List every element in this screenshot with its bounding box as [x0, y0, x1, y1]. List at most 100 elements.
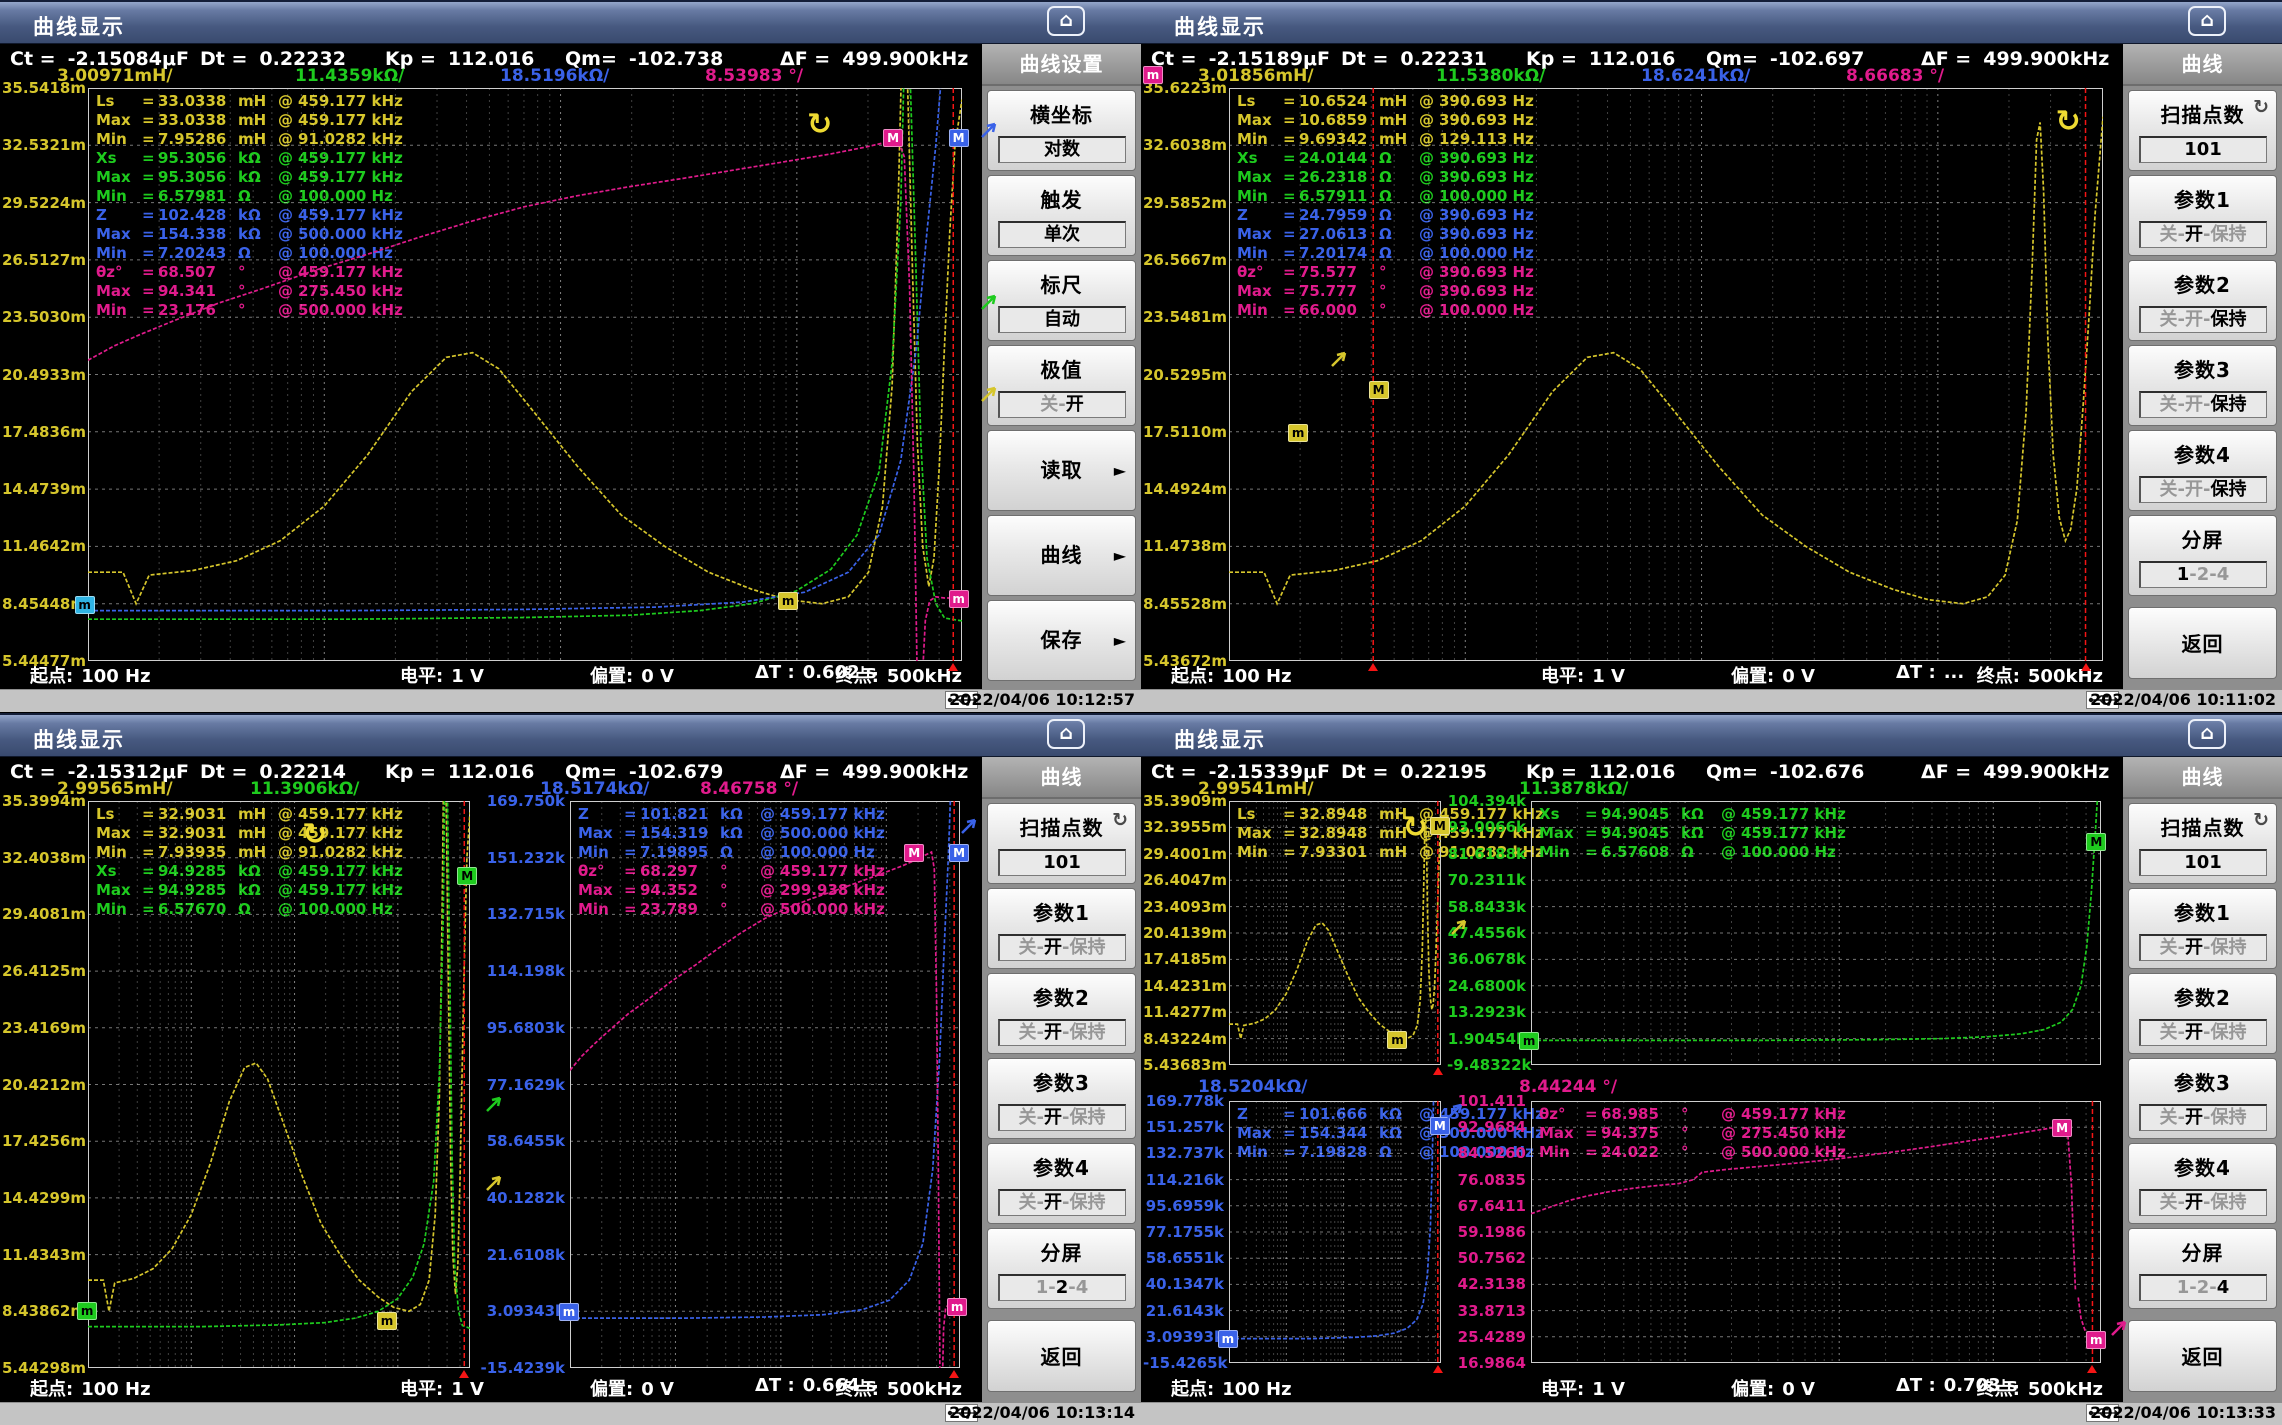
refresh-icon: ↻: [2253, 809, 2269, 831]
measurement-label: Dt =: [1341, 48, 1388, 70]
sidebar-button-2[interactable]: 参数1关-开-保持: [2128, 175, 2277, 256]
sweep-cursor-triangle: [2087, 1365, 2097, 1373]
y-axis-label: 40.1347k: [1143, 1275, 1224, 1293]
sidebar-button-label: 参数2: [988, 982, 1135, 1011]
value-option: 开: [2185, 937, 2203, 958]
sidebar-header: 曲线: [982, 757, 1141, 799]
y-axis-label: 26.4047m: [1143, 871, 1224, 889]
back-button[interactable]: 返回: [987, 1320, 1136, 1392]
sidebar-button-value: 关-开-保持: [2139, 306, 2267, 333]
y-axis-label: 11.4343m: [2, 1246, 83, 1264]
y-axis-label: 50.7562: [1447, 1249, 1526, 1267]
sidebar-button-3[interactable]: 参数2关-开-保持: [987, 973, 1136, 1054]
sidebar-button-5[interactable]: 参数4关-开-保持: [987, 1143, 1136, 1224]
marker-badge-magenta: m: [1143, 66, 1163, 84]
plot-area[interactable]: [1229, 1101, 1441, 1363]
sidebar-button-7[interactable]: 保存►: [987, 600, 1136, 681]
sidebar-button-3[interactable]: 参数2关-开-保持: [2128, 973, 2277, 1054]
marker-meas-yellow: m: [1387, 1031, 1407, 1049]
home-button[interactable]: ⌂: [2188, 6, 2226, 36]
sidebar-button-3[interactable]: 标尺自动: [987, 260, 1136, 341]
sidebar-button-1[interactable]: 扫描点数↻101: [987, 803, 1136, 884]
value-separator: -: [2189, 564, 2196, 585]
sweep-progress-icon: ↻: [807, 110, 832, 140]
sweep-info-value: 1 V: [1592, 1379, 1625, 1400]
sweep-info-label: ΔT :: [1896, 1375, 1936, 1396]
sidebar-button-label: 横坐标: [988, 99, 1135, 128]
sidebar-button-6[interactable]: 分屏1-2-4: [2128, 515, 2277, 596]
y-axis-label: 32.3955m: [1143, 818, 1224, 836]
measurement-value: 112.016: [448, 761, 535, 783]
sidebar-button-6[interactable]: 曲线►: [987, 515, 1136, 596]
sidebar-button-3[interactable]: 参数2关-开-保持: [2128, 260, 2277, 341]
pointer-arrow-icon-yellow: [483, 1171, 505, 1193]
sweep-info-1: 电平:1 V: [400, 662, 484, 688]
home-button[interactable]: ⌂: [2188, 719, 2226, 749]
back-button[interactable]: 返回: [2128, 1320, 2277, 1392]
y-axis-label: 11.4277m: [1143, 1003, 1224, 1021]
sweep-info-1: 电平:1 V: [1541, 662, 1625, 688]
pointer-arrow-icon-magenta: [2108, 1316, 2130, 1338]
timestamp: 2022/04/06 10:11:02: [2090, 690, 2276, 709]
plot-area[interactable]: [1531, 1101, 2101, 1363]
sidebar-button-value: 101: [2139, 136, 2267, 163]
sidebar-button-4[interactable]: 参数3关-开-保持: [2128, 1058, 2277, 1139]
plot-area[interactable]: [1229, 88, 2103, 661]
sidebar-button-1[interactable]: 扫描点数↻101: [2128, 90, 2277, 171]
sidebar-button-2[interactable]: 参数1关-开-保持: [2128, 888, 2277, 969]
y-axis-label: 169.750k: [470, 792, 565, 810]
sidebar-button-4[interactable]: 极值关-开: [987, 345, 1136, 426]
value-option: 保持: [2210, 224, 2246, 245]
value-separator: -: [2178, 1192, 2185, 1213]
y-axis-label: 20.5295m: [1143, 366, 1224, 384]
timestamp: 2022/04/06 10:13:14: [949, 1403, 1135, 1422]
plot-area[interactable]: [1531, 801, 2101, 1065]
plot-area[interactable]: [570, 801, 960, 1368]
sidebar-button-5[interactable]: 读取►: [987, 430, 1136, 511]
measurement-value: 499.900kHz: [842, 48, 968, 70]
value-option: 保持: [2210, 309, 2246, 330]
plot-area[interactable]: [88, 801, 470, 1368]
pointer-arrow-icon-green: [978, 290, 1000, 312]
value-option: 开: [2185, 1022, 2203, 1043]
measurement-value: 499.900kHz: [1983, 48, 2109, 70]
sidebar-button-1[interactable]: 横坐标对数: [987, 90, 1136, 171]
sidebar-button-1[interactable]: 扫描点数↻101: [2128, 803, 2277, 884]
sidebar-button-value: 关-开-保持: [998, 934, 1126, 961]
y-axis-label: 24.6800k: [1447, 977, 1526, 995]
page-title: 曲线显示: [1174, 724, 1266, 754]
home-button[interactable]: ⌂: [1047, 6, 1085, 36]
sidebar-button-2[interactable]: 触发单次: [987, 175, 1136, 256]
home-button[interactable]: ⌂: [1047, 719, 1085, 749]
y-axis-label: 21.6143k: [1143, 1302, 1224, 1320]
sidebar-button-4[interactable]: 参数3关-开-保持: [2128, 345, 2277, 426]
value-separator: -: [1068, 1277, 1075, 1298]
sidebar-menu: 曲线扫描点数↻101参数1关-开-保持参数2关-开-保持参数3关-开-保持参数4…: [982, 757, 1141, 1402]
sweep-info-0: 起点:100 Hz: [1171, 1375, 1292, 1401]
y-axis-label: 32.4038m: [2, 849, 83, 867]
sidebar-button-value: 关-开: [998, 391, 1126, 418]
value-option: 开: [1044, 1022, 1062, 1043]
sidebar-button-label: 参数3: [988, 1067, 1135, 1096]
back-button[interactable]: 返回: [2128, 607, 2277, 679]
sweep-info-label: 终点:: [1977, 666, 2020, 687]
y-axis-label: 20.4933m: [2, 366, 83, 384]
sidebar-button-6[interactable]: 分屏1-2-4: [2128, 1228, 2277, 1309]
sidebar-button-5[interactable]: 参数4关-开-保持: [2128, 430, 2277, 511]
sidebar-button-5[interactable]: 参数4关-开-保持: [2128, 1143, 2277, 1224]
sidebar-button-6[interactable]: 分屏1-2-4: [987, 1228, 1136, 1309]
sidebar-button-4[interactable]: 参数3关-开-保持: [987, 1058, 1136, 1139]
value-option: 保持: [2210, 394, 2246, 415]
sidebar-button-2[interactable]: 参数1关-开-保持: [987, 888, 1136, 969]
value-separator: -: [1037, 1022, 1044, 1043]
submenu-arrow-icon: ►: [1114, 631, 1126, 650]
trace-yellow: [1229, 814, 1441, 1038]
value-separator: -: [2178, 1107, 2185, 1128]
sidebar-button-value: 关-开-保持: [2139, 934, 2267, 961]
pointer-arrow-icon-blue: [958, 814, 980, 836]
y-axis-label: 32.5321m: [2, 136, 83, 154]
measurement-kp: Kp =112.016: [385, 761, 534, 783]
scale-per-div-label: 18.6241kΩ/: [1641, 66, 1750, 86]
plot-area[interactable]: [88, 88, 962, 661]
y-axis-label: 26.5667m: [1143, 251, 1224, 269]
